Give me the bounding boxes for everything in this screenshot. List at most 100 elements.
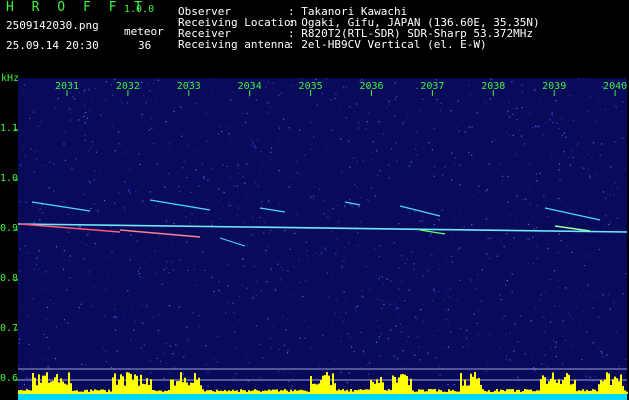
noise-speck bbox=[511, 262, 513, 264]
noise-speck bbox=[530, 320, 532, 322]
noise-speck bbox=[344, 246, 346, 249]
histogram-bar bbox=[316, 384, 318, 394]
noise-speck bbox=[63, 319, 65, 321]
noise-speck bbox=[505, 284, 507, 286]
histogram-bar bbox=[98, 390, 100, 394]
noise-speck bbox=[43, 333, 45, 336]
histogram-bar bbox=[246, 391, 248, 394]
noise-speck bbox=[228, 126, 231, 128]
noise-speck bbox=[274, 289, 276, 291]
histogram-bar bbox=[600, 380, 602, 394]
noise-speck bbox=[303, 154, 306, 156]
noise-speck bbox=[357, 127, 360, 129]
noise-speck bbox=[210, 103, 212, 105]
histogram-bar bbox=[394, 377, 396, 394]
histogram-bar bbox=[300, 389, 302, 394]
noise-speck bbox=[79, 226, 81, 228]
noise-speck bbox=[88, 88, 90, 90]
noise-speck bbox=[625, 359, 627, 361]
noise-speck bbox=[255, 181, 257, 183]
noise-speck bbox=[396, 262, 398, 264]
noise-speck bbox=[286, 318, 288, 320]
noise-speck bbox=[444, 347, 446, 349]
noise-speck bbox=[255, 334, 257, 336]
noise-speck bbox=[343, 260, 345, 262]
noise-speck bbox=[30, 148, 32, 150]
histogram-bar bbox=[482, 389, 484, 394]
noise-speck bbox=[369, 362, 371, 364]
histogram-bar bbox=[40, 382, 42, 394]
noise-speck bbox=[459, 184, 461, 186]
antenna-label: Receiving antenna bbox=[178, 38, 291, 51]
noise-speck bbox=[280, 266, 282, 268]
noise-speck bbox=[84, 134, 86, 136]
noise-speck bbox=[381, 276, 383, 278]
noise-speck bbox=[532, 236, 534, 238]
noise-speck bbox=[261, 201, 263, 203]
noise-speck bbox=[332, 108, 334, 110]
histogram-bar bbox=[372, 381, 374, 394]
noise-speck bbox=[309, 197, 311, 199]
noise-speck bbox=[63, 268, 65, 270]
noise-speck bbox=[198, 315, 200, 317]
noise-speck bbox=[23, 84, 25, 86]
noise-speck bbox=[514, 217, 516, 219]
noise-speck bbox=[484, 101, 486, 104]
noise-speck bbox=[569, 315, 572, 317]
noise-speck bbox=[190, 191, 192, 193]
noise-speck bbox=[560, 239, 562, 242]
noise-speck bbox=[345, 298, 347, 300]
noise-speck bbox=[533, 367, 535, 369]
noise-speck bbox=[296, 214, 298, 216]
histogram-bar bbox=[158, 390, 160, 394]
noise-speck bbox=[299, 174, 301, 176]
histogram-bar bbox=[18, 390, 20, 394]
noise-speck bbox=[584, 265, 586, 267]
histogram-bar bbox=[444, 391, 446, 394]
noise-speck bbox=[288, 380, 290, 383]
noise-speck bbox=[376, 319, 378, 321]
noise-speck bbox=[253, 265, 256, 268]
noise-speck bbox=[462, 346, 464, 348]
histogram-bar bbox=[78, 391, 80, 394]
noise-speck bbox=[23, 383, 25, 385]
noise-speck bbox=[566, 97, 568, 99]
histogram-bar bbox=[86, 389, 88, 394]
histogram-bar bbox=[358, 389, 360, 394]
noise-speck bbox=[347, 333, 349, 335]
noise-speck bbox=[129, 346, 131, 348]
noise-speck bbox=[466, 329, 468, 332]
noise-speck bbox=[188, 144, 190, 146]
histogram-bar bbox=[66, 384, 68, 394]
noise-speck bbox=[71, 167, 73, 169]
noise-speck bbox=[455, 364, 457, 366]
histogram-bar bbox=[526, 389, 528, 394]
noise-speck bbox=[336, 298, 338, 301]
noise-speck bbox=[386, 278, 388, 280]
noise-speck bbox=[598, 316, 600, 318]
noise-speck bbox=[341, 266, 343, 268]
y-tick-label: 1.0 bbox=[0, 173, 19, 184]
noise-speck bbox=[406, 341, 408, 343]
noise-speck bbox=[347, 389, 350, 391]
noise-speck bbox=[163, 377, 165, 379]
noise-speck bbox=[46, 319, 48, 321]
y-tick-label: 1.1 bbox=[0, 123, 19, 134]
noise-speck bbox=[605, 197, 607, 199]
noise-speck bbox=[86, 234, 88, 236]
noise-speck bbox=[597, 100, 600, 102]
histogram-bar bbox=[222, 391, 224, 394]
histogram-bar bbox=[416, 391, 418, 394]
noise-speck bbox=[536, 180, 538, 182]
noise-speck bbox=[321, 252, 323, 254]
noise-speck bbox=[623, 141, 625, 143]
noise-speck bbox=[380, 299, 382, 301]
noise-speck bbox=[337, 204, 339, 206]
noise-speck bbox=[67, 322, 69, 324]
noise-speck bbox=[591, 221, 593, 223]
histogram-bar bbox=[192, 382, 194, 394]
histogram-bar bbox=[556, 382, 558, 394]
noise-speck bbox=[257, 185, 259, 187]
noise-speck bbox=[578, 326, 580, 328]
noise-speck bbox=[545, 239, 548, 241]
